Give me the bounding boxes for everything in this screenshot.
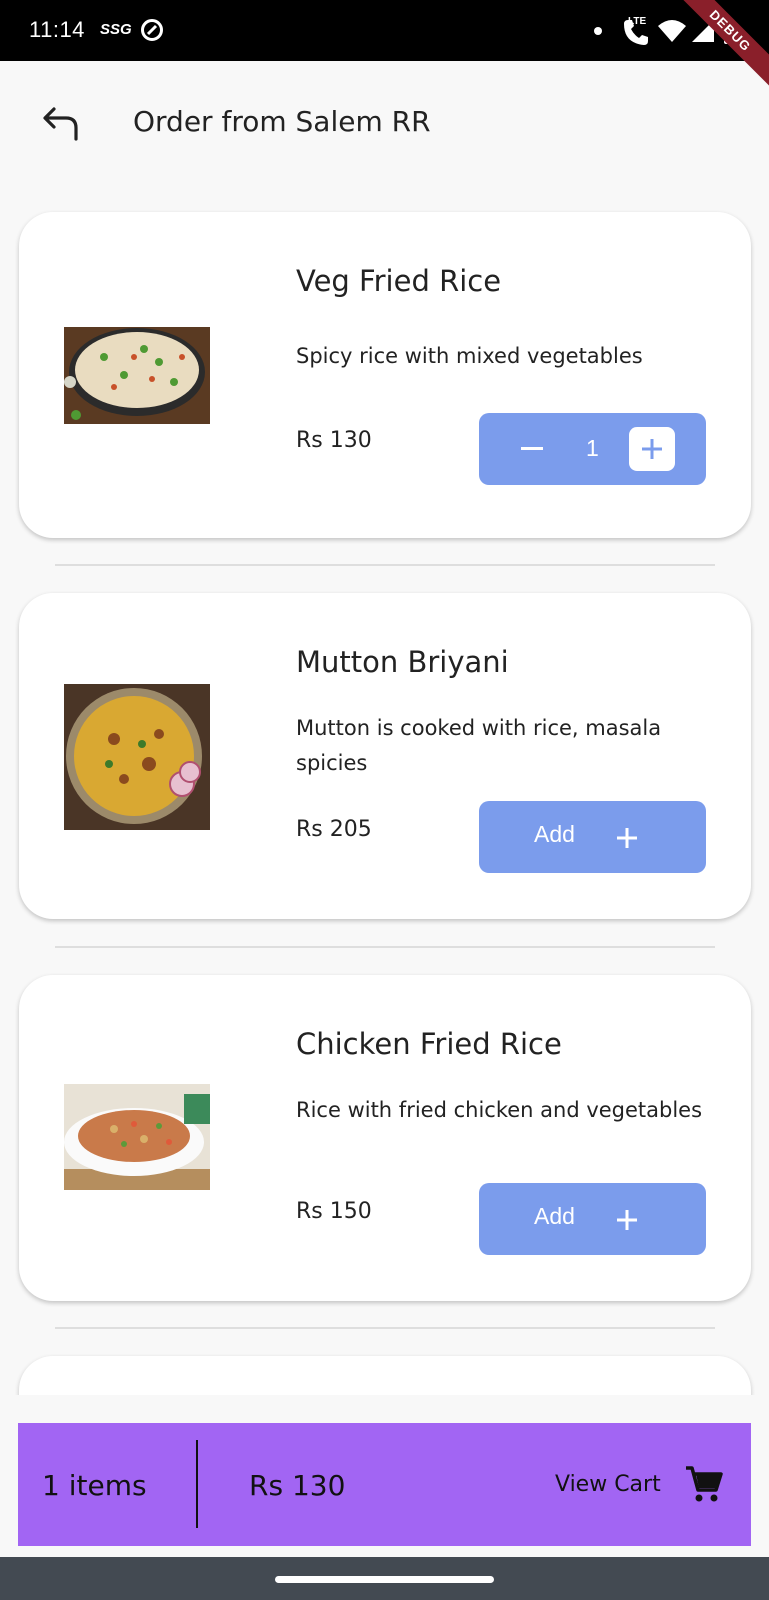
quantity-stepper: 1 [479,413,706,485]
plus-icon [617,1210,637,1230]
item-description: Rice with fried chicken and vegetables [296,1098,703,1122]
menu-item-card [19,1356,751,1396]
back-arrow-icon[interactable] [40,103,84,143]
item-name: Chicken Fried Rice [296,1027,562,1061]
plus-icon [642,439,662,459]
quantity-value: 1 [586,435,599,461]
veg-fried-rice-image [64,327,210,424]
item-price: Rs 150 [296,1199,372,1224]
increase-quantity-button[interactable] [629,427,675,471]
notification-dot-icon [594,27,602,35]
plus-icon [617,828,637,848]
assistant-icon [141,19,163,41]
menu-item-card: Veg Fried Rice Spicy rice with mixed veg… [19,212,751,538]
status-time: 11:14 [29,17,85,42]
network-type: LTE [628,16,646,27]
view-cart-button[interactable]: View Cart [555,1472,661,1497]
cart-total: Rs 130 [249,1469,346,1502]
cart-summary-bar[interactable]: 1 items Rs 130 View Cart [18,1423,751,1546]
item-name: Mutton Briyani [296,645,509,679]
divider [55,1327,715,1329]
system-navigation-bar [0,1557,769,1600]
shopping-cart-icon[interactable] [684,1464,724,1504]
home-gesture-handle[interactable] [275,1576,494,1583]
item-description: Mutton is cooked with rice, masala spici… [296,716,662,775]
cart-item-count: 1 items [42,1469,147,1502]
cart-divider [196,1440,198,1528]
add-button-label: Add [534,1203,575,1229]
mutton-briyani-image [64,684,210,830]
status-bar: 11:14 SSG LTE DEBUG [0,0,769,92]
divider [55,564,715,566]
item-name: Veg Fried Rice [296,264,502,298]
page-title: Order from Salem RR [133,105,431,138]
list-fade [0,1395,769,1423]
carrier-badge: SSG [100,21,132,38]
app-header: Order from Salem RR [0,61,769,189]
divider [55,946,715,948]
chicken-fried-rice-image [64,1084,210,1190]
menu-item-card: Chicken Fried Rice Rice with fried chick… [19,975,751,1301]
add-button-label: Add [534,821,575,847]
add-button[interactable]: Add [479,1183,706,1255]
add-button[interactable]: Add [479,801,706,873]
menu-item-card: Mutton Briyani Mutton is cooked with ric… [19,593,751,919]
item-description: Spicy rice with mixed vegetables [296,344,643,368]
item-price: Rs 130 [296,428,372,453]
minus-icon[interactable] [521,447,543,450]
item-price: Rs 205 [296,817,372,842]
